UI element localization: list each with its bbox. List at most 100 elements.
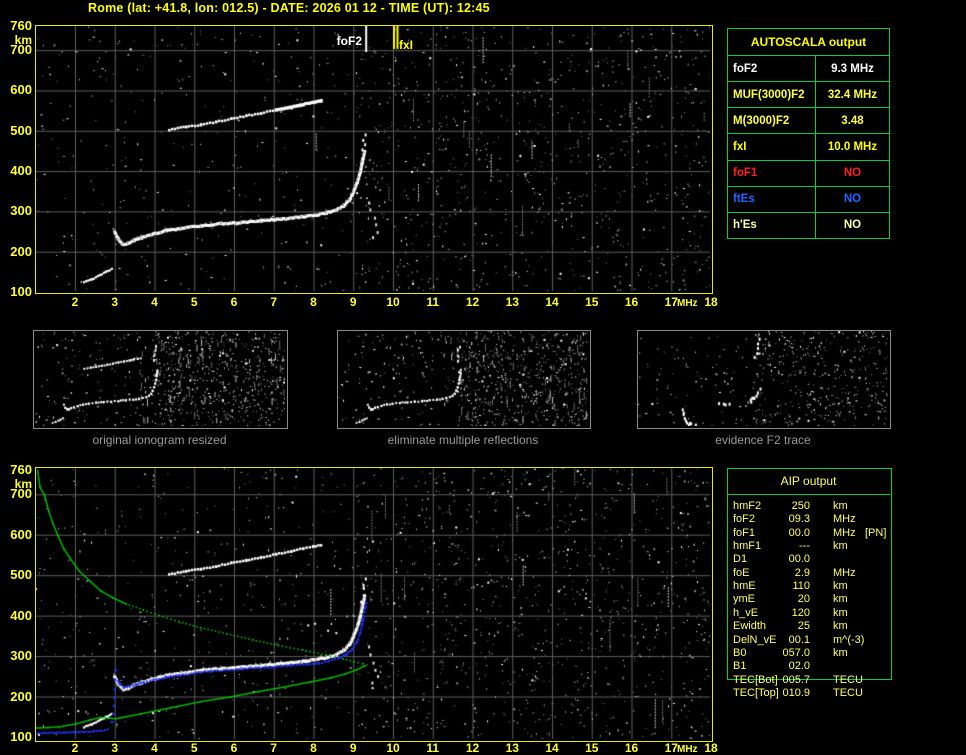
bottom-x-tick: 16: [624, 741, 639, 755]
aip-row-D1: D1 00.0: [727, 553, 966, 566]
top-x-tick: 14: [545, 295, 559, 309]
aip-label: B0: [733, 646, 747, 659]
aip-row-foF2: foF2 09.3 MHz: [727, 513, 966, 526]
autoscala-param-value: NO: [843, 167, 862, 180]
aip-row-B1: B1 02.0: [727, 660, 966, 673]
autoscala-row-h'Es: h'Es NO: [728, 211, 889, 238]
thumbnail-evidence-f2: [637, 330, 891, 429]
bottom-x-tick: 8: [310, 741, 317, 755]
top-x-tick: 7: [270, 295, 278, 309]
top-ionogram-canvas: [36, 26, 710, 291]
aip-unit: km: [833, 606, 848, 619]
bottom-x-tick: 12: [465, 741, 480, 755]
autoscala-param-label: h'Es: [728, 212, 816, 238]
top-y-tick: 760: [10, 18, 32, 33]
aip-unit: km: [833, 540, 848, 553]
autoscala-param-value: 9.3 MHz: [831, 62, 874, 75]
bottom-ionogram-canvas: [36, 468, 710, 739]
aip-unit: TECU: [833, 686, 863, 699]
top-x-tick: 2: [71, 295, 79, 309]
top-x-tick: 10: [386, 295, 400, 309]
aip-unit: km: [833, 580, 848, 593]
bottom-x-unit: MHz: [677, 744, 698, 755]
fxI-marker-label: fxI: [399, 38, 414, 52]
aip-label: D1: [733, 553, 748, 566]
aip-row-Ewidth: Ewidth 25 km: [727, 620, 966, 633]
top-x-tick: 12: [465, 295, 480, 309]
bottom-y-tick: 700: [10, 486, 32, 502]
aip-unit: MHz: [833, 513, 856, 526]
bottom-y-tick: 400: [10, 607, 32, 623]
top-ionogram-plot: [35, 25, 713, 294]
aip-row-TEC[Bot]: TEC[Bot] 005.7 TECU: [727, 674, 966, 687]
aip-row-TEC[Top]: TEC[Top] 010.9 TECU: [727, 687, 966, 700]
top-x-tick: 3: [111, 295, 119, 309]
aip-note: [PN]: [865, 526, 887, 539]
thumbnail-evidence-canvas: [638, 331, 888, 426]
aip-value: 20: [797, 593, 810, 606]
aip-value: 09.3: [788, 513, 810, 526]
top-x-tick: 11: [426, 295, 440, 309]
aip-row-ymE: ymE 20 km: [727, 593, 966, 606]
autoscala-param-label: foF1: [728, 160, 816, 186]
thumbnail-caption-eliminate: eliminate multiple reflections: [387, 433, 539, 447]
autoscala-table-header: AUTOSCALA output: [750, 35, 867, 49]
aip-row-foE: foE 2.9 MHz: [727, 567, 966, 580]
aip-value: 00.0: [788, 526, 810, 539]
autoscala-param-label: M(3000)F2: [728, 108, 816, 134]
autoscala-row-ftEs: ftEs NO: [728, 185, 889, 212]
autoscala-row-fxI: fxI 10.0 MHz: [728, 133, 889, 160]
top-x-tick: 15: [585, 295, 599, 309]
top-y-tick: 600: [10, 82, 32, 98]
bottom-x-tick: 15: [585, 741, 599, 755]
autoscala-window: Rome (lat: +41.8, lon: 012.5) - DATE: 20…: [0, 0, 966, 755]
autoscala-param-label: fxI: [728, 134, 816, 160]
top-y-tick: 100: [10, 283, 32, 299]
bottom-x-tick: 3: [111, 741, 119, 755]
top-x-tick: 5: [190, 295, 198, 309]
top-x-tick: 4: [151, 295, 158, 309]
aip-unit: TECU: [833, 673, 863, 686]
thumbnail-original-ionogram: [33, 330, 288, 429]
aip-table-header: AIP output: [727, 468, 890, 495]
top-y-tick: 400: [10, 163, 32, 179]
autoscala-table: AUTOSCALA output foF2 9.3 MHz MUF(3000)F2 3…: [727, 28, 890, 239]
bottom-ionogram-plot: [35, 467, 713, 742]
autoscala-row-MUF(3000)F2: MUF(3000)F2 32.4 MHz: [728, 81, 889, 108]
bottom-x-tick: 6: [230, 741, 238, 755]
bottom-x-tick: 2: [71, 741, 79, 755]
autoscala-row-foF2: foF2 9.3 MHz: [728, 55, 889, 82]
bottom-x-tick: 18: [704, 741, 718, 755]
autoscala-param-value: 3.48: [841, 114, 864, 127]
top-x-unit: MHz: [677, 298, 698, 309]
thumbnail-caption-evidence: evidence F2 trace: [715, 433, 811, 447]
top-y-tick: 500: [10, 122, 32, 138]
aip-value: 00.0: [788, 553, 810, 566]
aip-unit: km: [833, 500, 848, 512]
aip-unit: m^(-3): [833, 633, 865, 646]
aip-value: 005.7: [782, 673, 810, 686]
aip-unit: MHz: [833, 526, 856, 539]
bottom-y-tick: 200: [10, 688, 32, 704]
autoscala-param-value: 32.4 MHz: [827, 88, 878, 101]
top-x-tick: 16: [624, 295, 639, 309]
autoscala-row-M(3000)F2: M(3000)F2 3.48: [728, 107, 889, 134]
bottom-x-tick: 5: [190, 741, 198, 755]
thumbnail-original-canvas: [34, 331, 285, 426]
top-x-tick: 8: [310, 295, 317, 309]
aip-row-foF1: foF1 00.0 MHz [PN]: [727, 527, 966, 540]
aip-value: 00.1: [788, 633, 810, 646]
autoscala-param-label: foF2: [728, 56, 816, 82]
aip-unit: km: [833, 620, 848, 633]
aip-unit: km: [833, 646, 848, 659]
aip-value: 120: [791, 606, 810, 619]
bottom-y-tick: 600: [10, 526, 32, 542]
bottom-y-tick: 500: [10, 567, 32, 583]
bottom-y-tick: 100: [10, 728, 32, 744]
bottom-x-tick: 13: [505, 741, 519, 755]
aip-unit: km: [833, 593, 848, 606]
aip-value: 25: [797, 620, 810, 633]
autoscala-param-label: ftEs: [728, 186, 816, 212]
bottom-x-tick: 4: [151, 741, 158, 755]
autoscala-param-value: NO: [843, 219, 862, 232]
